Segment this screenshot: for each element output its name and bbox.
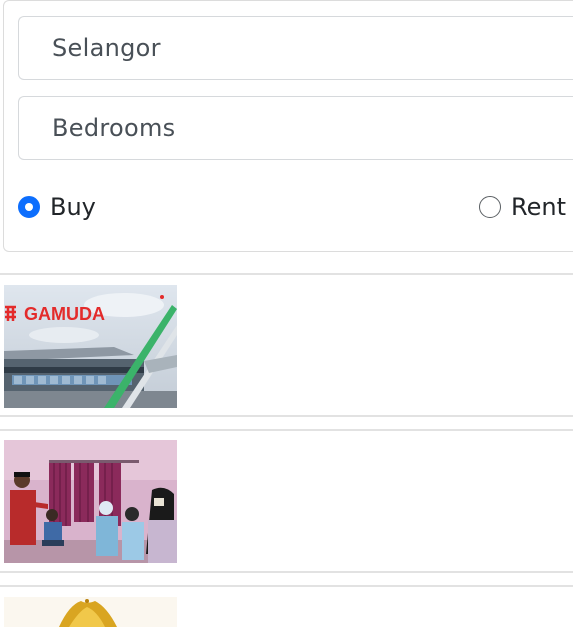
news-list-item[interactable]: GAMUDA [0, 273, 573, 417]
bedrooms-select[interactable]: Bedrooms [18, 96, 573, 160]
radio-buy-indicator[interactable] [18, 196, 40, 218]
news-list-item[interactable] [0, 585, 573, 627]
gamuda-logo: GAMUDA [24, 304, 105, 324]
property-search-card: Selangor Bedrooms Buy Rent [3, 0, 573, 252]
train-station-image[interactable]: GAMUDA [4, 285, 177, 408]
state-select[interactable]: Selangor [18, 16, 573, 80]
radio-rent-label: Rent [511, 193, 566, 221]
radio-rent[interactable]: Rent [479, 193, 566, 221]
radio-rent-indicator[interactable] [479, 196, 501, 218]
news-list-item[interactable] [0, 429, 573, 573]
radio-buy[interactable]: Buy [18, 193, 96, 221]
radio-buy-label: Buy [50, 193, 96, 221]
state-select-value: Selangor [52, 34, 161, 62]
gold-ornament-image[interactable] [4, 597, 177, 627]
people-indoor-image[interactable] [4, 440, 177, 563]
bedrooms-select-placeholder: Bedrooms [52, 114, 176, 142]
